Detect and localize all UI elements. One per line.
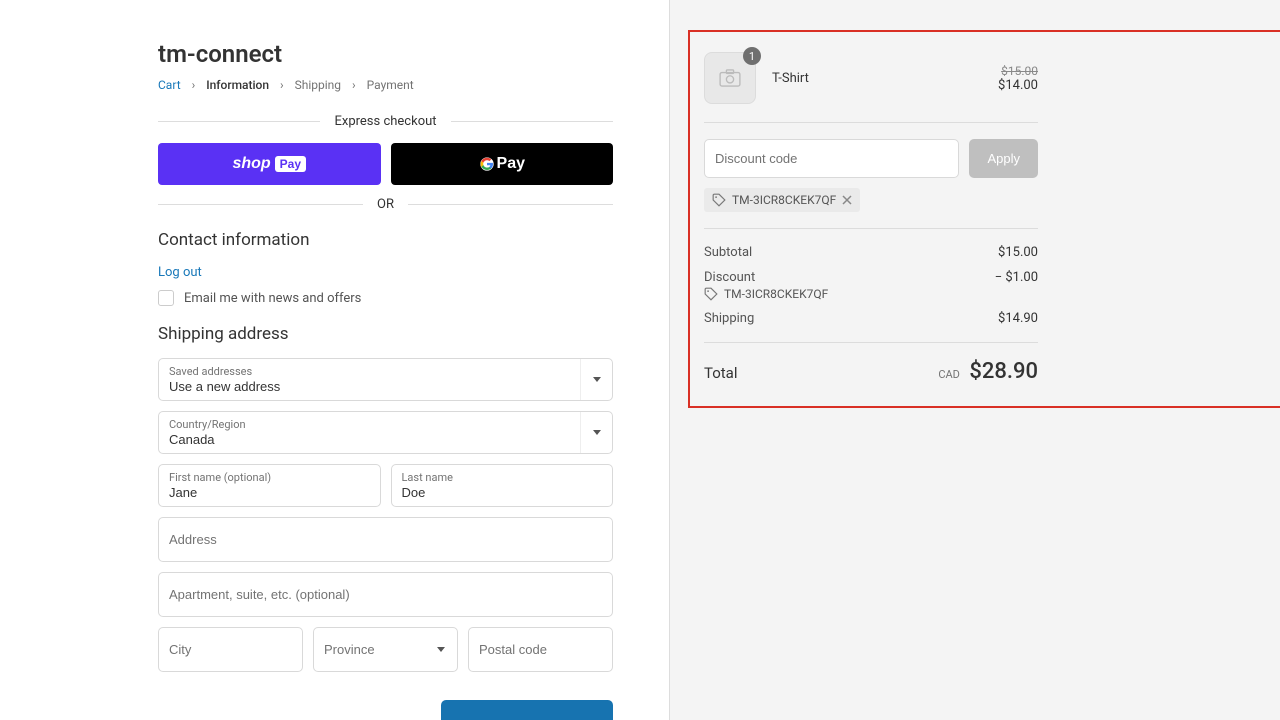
country-select[interactable]: Country/Region bbox=[158, 411, 613, 454]
discount-tag: TM-3ICR8CKEK7QF bbox=[704, 188, 860, 212]
email-news-label: Email me with news and offers bbox=[184, 291, 361, 306]
or-divider: OR bbox=[158, 197, 613, 212]
discount-value: − $1.00 bbox=[995, 270, 1038, 285]
express-checkout-divider: Express checkout bbox=[158, 114, 613, 129]
product-thumbnail: 1 bbox=[704, 52, 756, 104]
breadcrumb-payment: Payment bbox=[367, 78, 414, 92]
postal-code-field[interactable] bbox=[468, 627, 613, 672]
subtotal-label: Subtotal bbox=[704, 245, 752, 260]
saved-addresses-select[interactable]: Saved addresses bbox=[158, 358, 613, 401]
province-select[interactable] bbox=[313, 627, 458, 672]
breadcrumb-shipping: Shipping bbox=[295, 78, 341, 92]
chevron-right-icon: › bbox=[352, 78, 356, 92]
continue-to-shipping-button[interactable]: Continue to shipping bbox=[441, 700, 613, 720]
breadcrumb: Cart › Information › Shipping › Payment bbox=[158, 78, 613, 92]
total-value: $28.90 bbox=[969, 359, 1038, 384]
first-name-field[interactable]: First name (optional) bbox=[158, 464, 381, 507]
chevron-right-icon: › bbox=[192, 78, 196, 92]
applied-discount-line: TM-3ICR8CKEK7QF bbox=[704, 287, 1038, 301]
discount-code-input[interactable] bbox=[704, 139, 959, 178]
chevron-right-icon: › bbox=[280, 78, 284, 92]
shipping-label: Shipping bbox=[704, 311, 754, 326]
shipping-heading: Shipping address bbox=[158, 324, 613, 344]
contact-heading: Contact information bbox=[158, 230, 613, 250]
google-pay-icon: Pay bbox=[479, 155, 525, 173]
total-label: Total bbox=[704, 364, 738, 382]
city-field[interactable] bbox=[158, 627, 303, 672]
store-title: tm-connect bbox=[158, 40, 613, 68]
product-price-original: $15.00 bbox=[998, 64, 1038, 78]
cart-line-item: 1 T-Shirt $15.00 $14.00 bbox=[704, 52, 1038, 104]
remove-discount-icon[interactable] bbox=[842, 195, 852, 205]
currency-code: CAD bbox=[938, 368, 960, 381]
address-field[interactable] bbox=[158, 517, 613, 562]
google-pay-button[interactable]: Pay bbox=[391, 143, 614, 185]
shop-pay-icon: shopPay bbox=[232, 155, 306, 173]
quantity-badge: 1 bbox=[743, 47, 761, 65]
product-price-final: $14.00 bbox=[998, 78, 1038, 93]
breadcrumb-information: Information bbox=[206, 78, 269, 92]
subtotal-value: $15.00 bbox=[998, 245, 1038, 260]
discount-label: Discount bbox=[704, 270, 755, 285]
email-news-checkbox[interactable] bbox=[158, 290, 174, 306]
logout-link[interactable]: Log out bbox=[158, 265, 202, 280]
camera-icon bbox=[719, 69, 741, 87]
tag-icon bbox=[712, 193, 726, 207]
shipping-value: $14.90 bbox=[998, 311, 1038, 326]
breadcrumb-cart[interactable]: Cart bbox=[158, 78, 181, 92]
product-name: T-Shirt bbox=[772, 71, 982, 86]
apartment-field[interactable] bbox=[158, 572, 613, 617]
apply-button[interactable]: Apply bbox=[969, 139, 1038, 178]
shop-pay-button[interactable]: shopPay bbox=[158, 143, 381, 185]
tag-icon bbox=[704, 287, 718, 301]
last-name-field[interactable]: Last name bbox=[391, 464, 614, 507]
